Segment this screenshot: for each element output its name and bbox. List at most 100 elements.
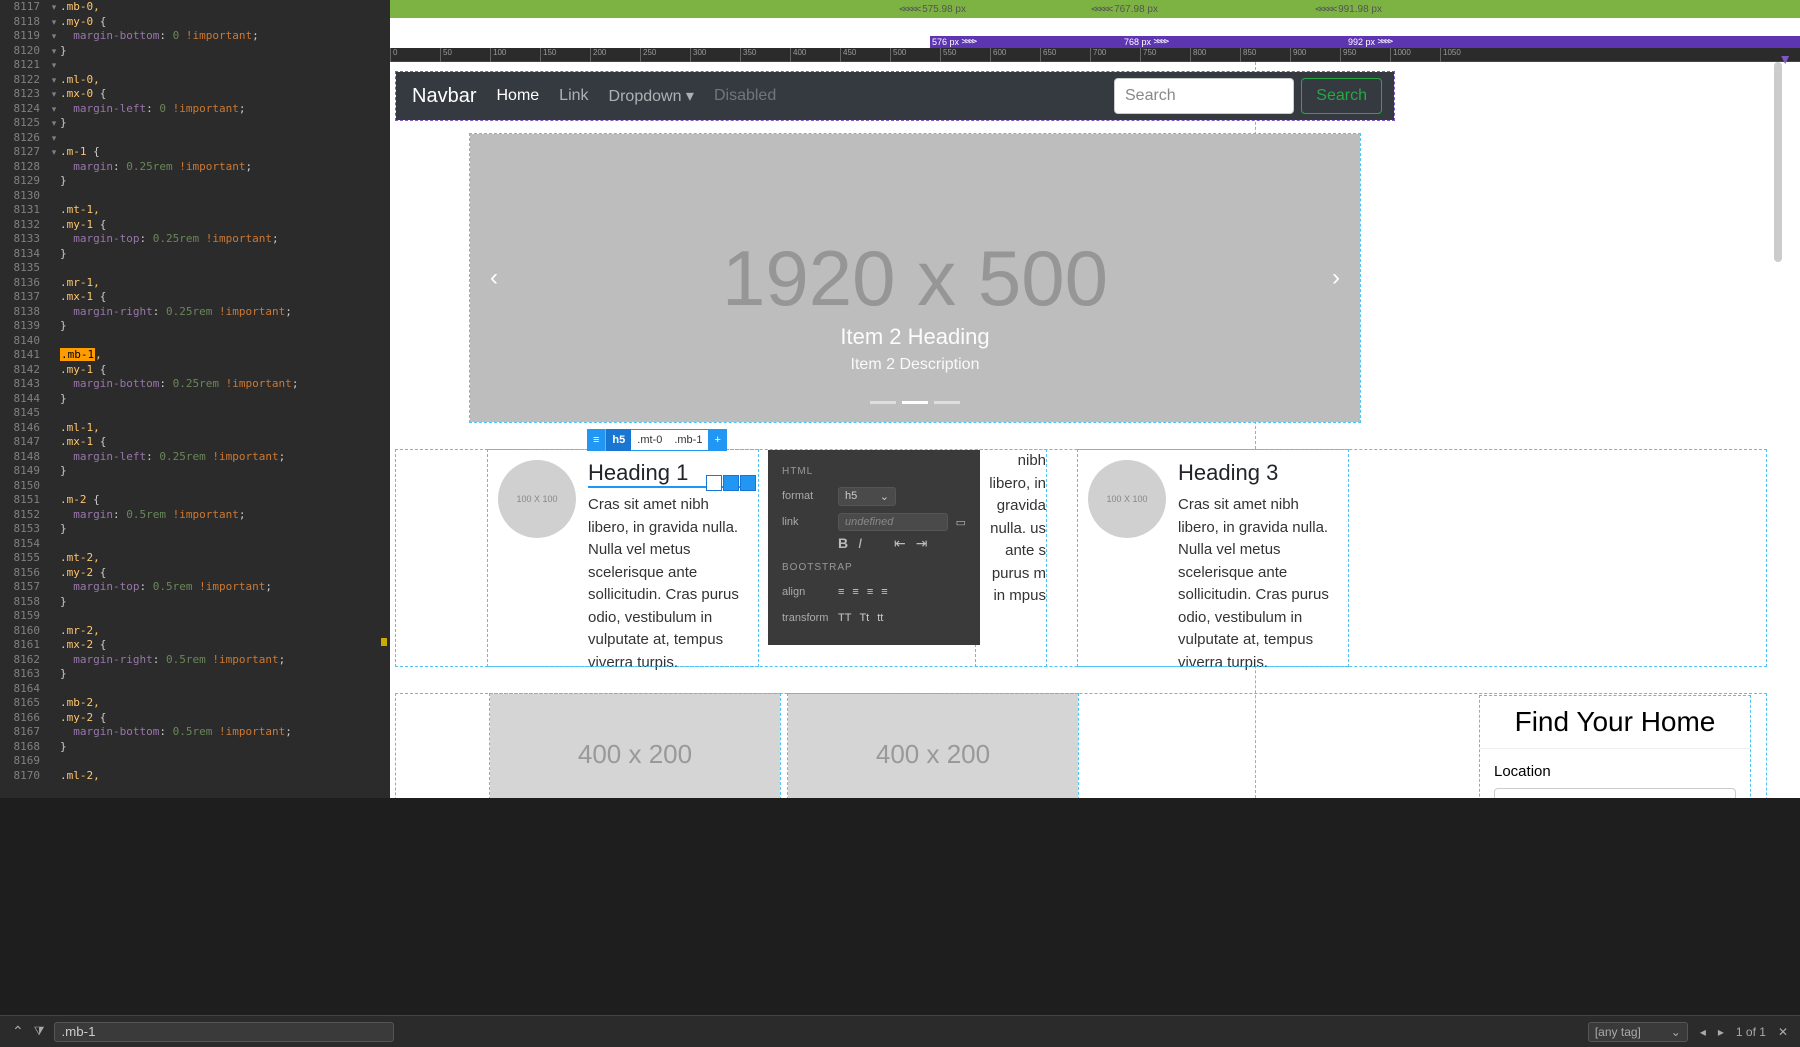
next-result-icon[interactable]: ▸ xyxy=(1718,1025,1724,1039)
chevron-right-icon: >>>> xyxy=(962,37,976,47)
nav-link-home[interactable]: Home xyxy=(496,87,539,105)
indent-left-icon[interactable]: ⇤ xyxy=(894,535,906,552)
bp-min-992[interactable]: 992 px >>>> xyxy=(1346,36,1406,48)
carousel-indicator[interactable] xyxy=(934,401,960,404)
search-button[interactable]: Search xyxy=(1301,78,1382,114)
result-count: 1 of 1 xyxy=(1736,1025,1766,1039)
carousel-hero[interactable]: 1920 x 500 Item 2 Heading Item 2 Descrip… xyxy=(470,134,1360,422)
carousel-indicator-active[interactable] xyxy=(902,401,928,404)
folder-icon[interactable]: ▭ xyxy=(956,516,966,529)
card-heading[interactable]: Heading 3 xyxy=(1178,460,1338,486)
link-label: link xyxy=(782,516,830,528)
placeholder-image: 100 X 100 xyxy=(498,460,576,538)
card-text[interactable]: Cras sit amet nibh libero, in gravida nu… xyxy=(588,494,748,674)
ruler-area: <<<<< 575.98 px <<<<< 767.98 px <<<<< 99… xyxy=(390,0,1800,60)
indent-right-icon[interactable]: ⇥ xyxy=(916,535,928,552)
link-input[interactable]: undefined xyxy=(838,513,948,531)
bold-button[interactable]: B xyxy=(838,535,848,552)
chevron-down-icon: ⌄ xyxy=(880,490,889,503)
nav-link-link[interactable]: Link xyxy=(559,87,588,105)
properties-popup[interactable]: HTML format h5⌄ link undefined ▭ B I ⇤ ⇥… xyxy=(768,450,980,645)
carousel-caption-desc: Item 2 Description xyxy=(851,356,980,374)
anchor-button[interactable] xyxy=(706,475,722,491)
format-select[interactable]: h5⌄ xyxy=(838,487,896,506)
nav-link-disabled: Disabled xyxy=(714,87,776,105)
align-justify-icon[interactable]: ≡ xyxy=(881,586,887,598)
element-class-chip[interactable]: .mb-1 xyxy=(668,429,708,451)
placeholder-image: 400 x 200 xyxy=(788,694,1078,798)
location-select[interactable]: Any ⌄ xyxy=(1494,788,1736,798)
carousel-next-icon[interactable]: › xyxy=(1332,264,1340,292)
carousel-prev-icon[interactable]: ‹ xyxy=(490,264,498,292)
navbar-brand[interactable]: Navbar xyxy=(412,85,476,108)
transform-label: transform xyxy=(782,612,830,624)
align-center-icon[interactable]: ≡ xyxy=(852,586,858,598)
chevron-right-icon: >>>> xyxy=(1378,37,1392,47)
carousel-indicators xyxy=(870,401,960,404)
card-text[interactable]: Cras sit amet nibh libero, in gravida nu… xyxy=(1178,494,1338,674)
breakpoint-bar-max[interactable]: <<<<< 575.98 px <<<<< 767.98 px <<<<< 99… xyxy=(390,0,1800,18)
preview-scrollbar[interactable] xyxy=(1774,62,1782,262)
drag-handle-icon[interactable]: ≡ xyxy=(587,429,606,451)
text-uppercase-button[interactable]: TT xyxy=(838,612,851,624)
chevron-left-icon: <<<<< xyxy=(899,4,919,15)
align-left-icon[interactable]: ≡ xyxy=(838,586,844,598)
chevron-up-icon[interactable]: ⌃ xyxy=(12,1023,24,1040)
chevron-left-icon: <<<<< xyxy=(1091,4,1111,15)
line-number-gutter: 8117811881198120812181228123812481258126… xyxy=(0,0,48,798)
media-cards-row: 100 X 100 Heading 1 Cras sit amet nibh l… xyxy=(396,450,1766,666)
bp-min-768[interactable]: 768 px >>>> xyxy=(1122,36,1182,48)
prev-result-icon[interactable]: ◂ xyxy=(1700,1025,1706,1039)
bottom-spacer xyxy=(0,830,1800,1015)
section-title-bootstrap: BOOTSTRAP xyxy=(782,562,966,573)
chevron-right-icon: >>>> xyxy=(1154,37,1168,47)
pixel-ruler[interactable]: 0501001502002503003504004505005506006507… xyxy=(390,48,1800,62)
bp-max-576[interactable]: <<<<< 575.98 px xyxy=(390,0,966,18)
align-right-icon[interactable]: ≡ xyxy=(867,586,873,598)
anchor-button[interactable] xyxy=(723,475,739,491)
text-lowercase-button[interactable]: tt xyxy=(877,612,883,624)
chevron-down-icon: ⌄ xyxy=(1712,797,1725,798)
align-label: align xyxy=(782,586,830,598)
bp-max-992[interactable]: <<<<< 991.98 px xyxy=(1158,0,1382,18)
code-body[interactable]: .mb-0,.my-0 { margin-bottom: 0 !importan… xyxy=(60,0,390,783)
italic-button[interactable]: I xyxy=(858,535,862,552)
image-card[interactable]: 400 x 200 Card title xyxy=(490,694,780,798)
filter-icon[interactable]: ⧩ xyxy=(34,1024,45,1039)
section-title-html: HTML xyxy=(782,466,966,477)
placeholder-dimensions: 1920 x 500 xyxy=(722,233,1108,324)
breakpoint-bar-min[interactable]: 576 px >>>> 768 px >>>> 992 px >>>> xyxy=(930,36,1800,48)
anchor-button[interactable] xyxy=(740,475,756,491)
element-tag-button[interactable]: h5 xyxy=(606,429,631,451)
navbar[interactable]: Navbar Home Link Dropdown ▾ Disabled Sea… xyxy=(396,72,1394,120)
element-toolbar[interactable]: ≡ h5 .mt-0 .mb-1 + xyxy=(587,429,727,451)
fold-column: ▾▾▾▾▾▾▾▾▾▾▾ xyxy=(48,0,60,798)
bp-min-576[interactable]: 576 px >>>> xyxy=(930,36,990,48)
tag-filter-select[interactable]: [any tag]⌄ xyxy=(1588,1022,1688,1042)
chevron-left-icon: <<<<< xyxy=(1315,4,1335,15)
text-capitalize-button[interactable]: Tt xyxy=(859,612,869,624)
format-label: format xyxy=(782,490,830,502)
minimap-highlight-marker xyxy=(381,638,387,646)
card-text: nibh libero, in gravida nulla. us ante s… xyxy=(976,450,1046,608)
media-card[interactable]: 100 X 100 Heading 3 Cras sit amet nibh l… xyxy=(1078,450,1348,666)
placeholder-image: 100 X 100 xyxy=(1088,460,1166,538)
bp-max-768[interactable]: <<<<< 767.98 px xyxy=(966,0,1158,18)
media-card-partial[interactable]: nibh libero, in gravida nulla. us ante s… xyxy=(976,450,1046,666)
code-editor-panel: 8117811881198120812181228123812481258126… xyxy=(0,0,390,798)
location-label: Location xyxy=(1494,763,1736,780)
close-icon[interactable]: ✕ xyxy=(1778,1025,1788,1039)
placeholder-image: 400 x 200 xyxy=(490,694,780,798)
nav-link-dropdown[interactable]: Dropdown ▾ xyxy=(609,86,694,106)
image-card[interactable]: 400 x 200 Card title xyxy=(788,694,1078,798)
chevron-down-icon: ⌄ xyxy=(1671,1025,1681,1039)
element-class-chip[interactable]: .mt-0 xyxy=(631,429,668,451)
find-home-panel[interactable]: Find Your Home Location Any ⌄ xyxy=(1480,696,1750,798)
search-input[interactable]: Search xyxy=(1114,78,1294,114)
add-class-button[interactable]: + xyxy=(708,429,726,451)
carousel-indicator[interactable] xyxy=(870,401,896,404)
find-input[interactable] xyxy=(54,1022,394,1042)
preview-content[interactable]: Navbar Home Link Dropdown ▾ Disabled Sea… xyxy=(390,62,1772,798)
anchor-buttons[interactable] xyxy=(706,475,756,491)
carousel-caption-heading: Item 2 Heading xyxy=(840,324,989,350)
